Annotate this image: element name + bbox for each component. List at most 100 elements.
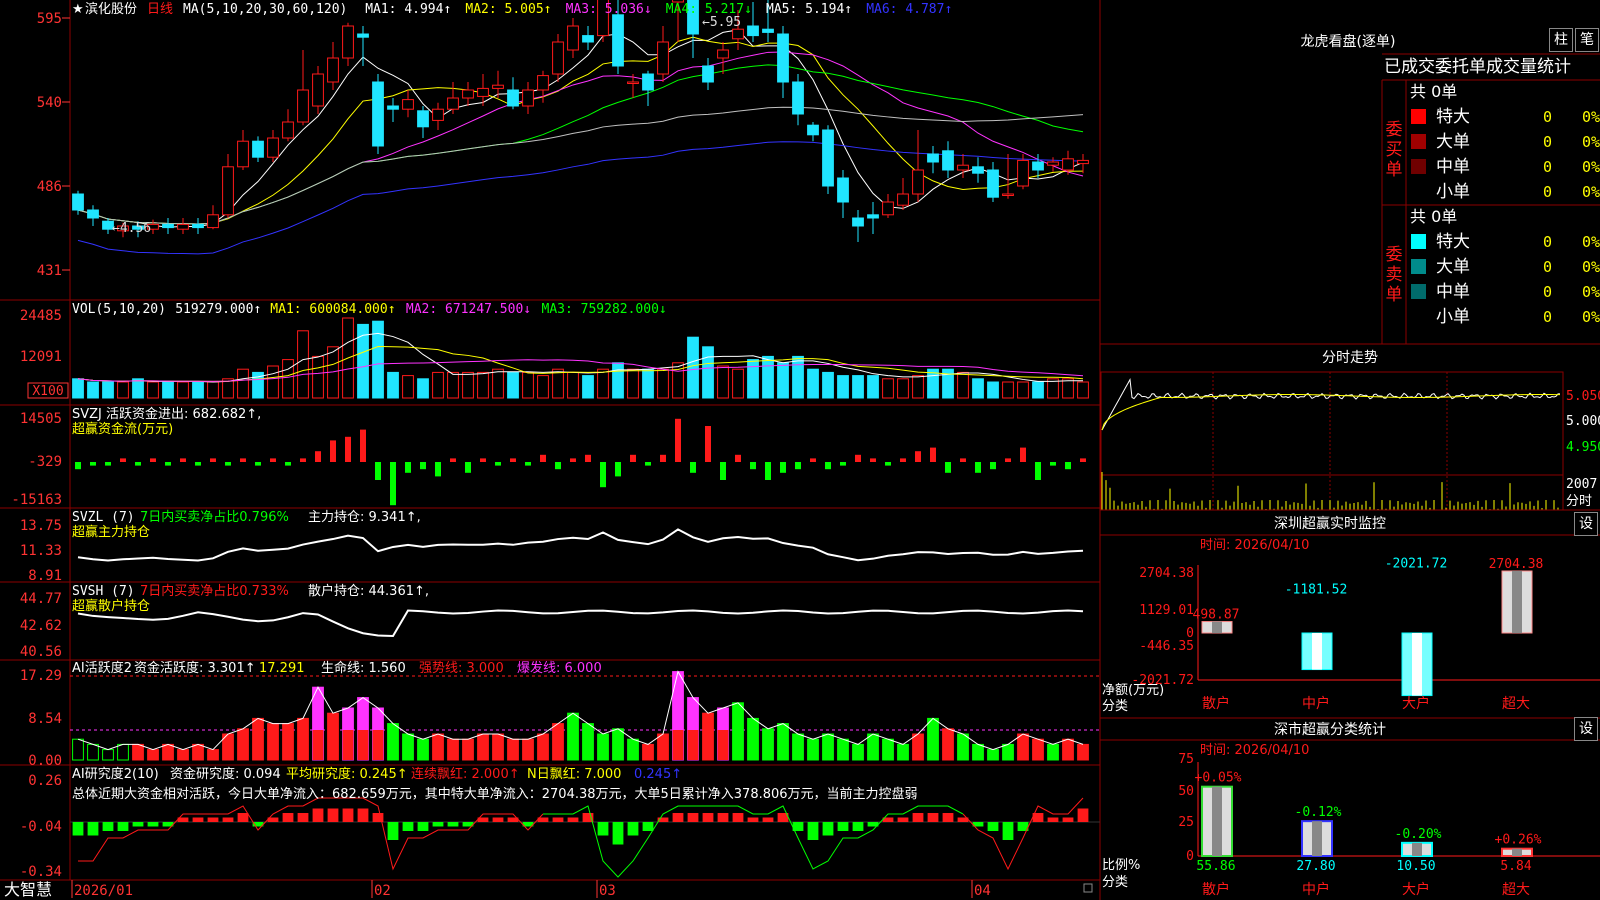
candle[interactable]	[807, 124, 819, 136]
candle[interactable]	[1032, 161, 1044, 171]
fund-flow-bar[interactable]	[750, 462, 756, 470]
research-bar[interactable]	[1047, 817, 1059, 823]
volume-bar[interactable]	[147, 381, 159, 399]
volume-bar[interactable]	[537, 375, 549, 399]
activity-bar[interactable]	[942, 728, 954, 761]
tick-mode-button[interactable]: 笔	[1575, 28, 1599, 52]
candle[interactable]	[582, 35, 594, 43]
activity-bar[interactable]	[957, 733, 969, 761]
volume-bar[interactable]	[462, 371, 474, 399]
activity-bar[interactable]	[447, 738, 459, 761]
volume-bar[interactable]	[312, 355, 324, 399]
volume-bar[interactable]	[477, 371, 489, 399]
research-bar[interactable]	[492, 817, 504, 823]
candle[interactable]	[162, 223, 174, 229]
research-bar[interactable]	[1077, 808, 1089, 823]
activity-bar[interactable]	[537, 733, 549, 761]
candle[interactable]	[987, 169, 999, 198]
volume-bar[interactable]	[1017, 381, 1029, 399]
volume-bar[interactable]	[387, 371, 399, 399]
volume-bar[interactable]	[957, 371, 969, 399]
activity-bar[interactable]	[762, 728, 774, 761]
fund-flow-bar[interactable]	[930, 447, 936, 462]
fund-flow-bar[interactable]	[330, 440, 336, 462]
volume-bar[interactable]	[417, 378, 429, 399]
candle[interactable]	[852, 217, 864, 227]
activity-bar[interactable]	[192, 743, 204, 761]
fund-flow-bar[interactable]	[840, 462, 846, 466]
fund-flow-bar[interactable]	[780, 462, 786, 473]
candle[interactable]	[387, 105, 399, 110]
activity-bar[interactable]	[987, 749, 999, 761]
volume-bar[interactable]	[732, 368, 744, 399]
candle[interactable]	[822, 129, 834, 187]
candle[interactable]	[702, 65, 714, 83]
classify-settings-button[interactable]: 设	[1574, 717, 1598, 741]
research-bar[interactable]	[762, 817, 774, 823]
fund-flow-bar[interactable]	[255, 462, 261, 466]
candle[interactable]	[627, 81, 639, 84]
volume-bar[interactable]	[1077, 381, 1089, 399]
fund-flow-bar[interactable]	[420, 462, 426, 470]
candle[interactable]	[432, 108, 444, 121]
activity-bar[interactable]	[897, 743, 909, 761]
research-bar[interactable]	[222, 817, 234, 823]
fund-flow-bar[interactable]	[90, 462, 96, 466]
research-bar[interactable]	[672, 813, 684, 822]
activity-bar[interactable]	[237, 728, 249, 761]
research-bar[interactable]	[552, 817, 564, 823]
volume-bar[interactable]	[72, 378, 84, 399]
activity-bar[interactable]	[132, 743, 144, 761]
volume-bar[interactable]	[912, 375, 924, 399]
volume-bar[interactable]	[522, 371, 534, 399]
activity-bar[interactable]	[837, 738, 849, 761]
research-bar[interactable]	[852, 822, 864, 831]
activity-bar[interactable]	[267, 723, 279, 761]
research-bar[interactable]	[612, 822, 624, 845]
volume-bar[interactable]	[1032, 381, 1044, 399]
activity-bar[interactable]	[1047, 743, 1059, 761]
fund-flow-bar[interactable]	[1050, 462, 1056, 466]
candle[interactable]	[717, 49, 729, 59]
fund-flow-bar[interactable]	[405, 462, 411, 473]
research-bar[interactable]	[702, 813, 714, 822]
activity-bar[interactable]	[477, 733, 489, 761]
volume-bar[interactable]	[567, 371, 579, 399]
fund-flow-bar[interactable]	[660, 454, 666, 462]
lock-icon[interactable]	[1083, 883, 1093, 893]
volume-bar[interactable]	[447, 371, 459, 399]
volume-bar[interactable]	[762, 355, 774, 399]
volume-bar[interactable]	[207, 381, 219, 399]
fund-flow-bar[interactable]	[195, 462, 201, 466]
research-bar[interactable]	[627, 822, 639, 836]
activity-bar[interactable]	[1077, 743, 1089, 761]
activity-bar[interactable]	[522, 738, 534, 761]
volume-bar[interactable]	[432, 371, 444, 399]
candle[interactable]	[762, 28, 774, 33]
research-bar[interactable]	[387, 822, 399, 840]
volume-bar[interactable]	[582, 375, 594, 399]
candle[interactable]	[837, 177, 849, 203]
research-bar[interactable]	[687, 813, 699, 822]
activity-bar[interactable]	[822, 733, 834, 761]
research-bar[interactable]	[1002, 822, 1014, 840]
research-bar[interactable]	[192, 817, 204, 823]
volume-bar[interactable]	[237, 368, 249, 399]
volume-bar[interactable]	[1062, 378, 1074, 399]
research-bar[interactable]	[102, 822, 114, 831]
candle[interactable]	[312, 73, 324, 107]
fund-flow-bar[interactable]	[720, 462, 726, 480]
activity-bar[interactable]	[612, 728, 624, 761]
candle[interactable]	[207, 214, 219, 229]
activity-bar[interactable]	[627, 738, 639, 761]
candle[interactable]	[237, 140, 249, 168]
fund-flow-bar[interactable]	[345, 436, 351, 462]
fund-flow-bar[interactable]	[690, 462, 696, 473]
fund-flow-bar[interactable]	[525, 462, 531, 466]
candle[interactable]	[732, 28, 744, 40]
fund-flow-bar[interactable]	[135, 462, 141, 466]
volume-bar[interactable]	[132, 378, 144, 399]
candle[interactable]	[612, 14, 624, 67]
fund-flow-bar[interactable]	[120, 458, 126, 462]
fund-flow-bar[interactable]	[510, 458, 516, 462]
